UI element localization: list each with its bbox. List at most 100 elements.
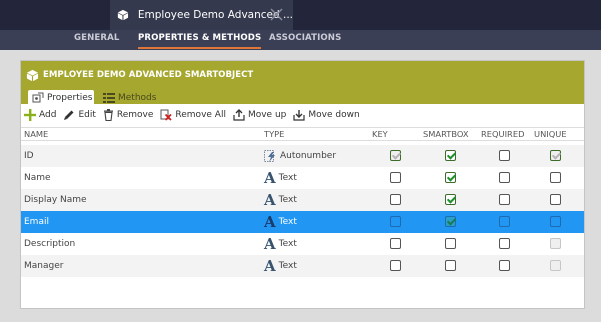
property-type: A Text xyxy=(264,214,297,230)
table-row[interactable]: Manager A Text xyxy=(21,255,584,277)
property-type-label: Autonumber xyxy=(280,151,337,161)
smartbox-checkbox[interactable] xyxy=(445,216,456,227)
move-up-button[interactable]: Move up xyxy=(233,105,286,125)
table-row-selected[interactable]: Email A Text xyxy=(21,211,584,233)
plus-icon xyxy=(24,109,36,121)
tab-associations-label: ASSOCIATIONS xyxy=(269,33,342,43)
property-type-label: Text xyxy=(278,261,297,271)
document-tab[interactable]: Employee Demo Advanced ... xyxy=(110,0,293,30)
table-row[interactable]: Name A Text xyxy=(21,167,584,189)
key-checkbox[interactable] xyxy=(390,238,401,249)
unique-checkbox[interactable] xyxy=(550,194,561,205)
subtab-methods[interactable]: Methods xyxy=(99,90,159,105)
add-button[interactable]: Add xyxy=(24,105,56,125)
remove-all-label: Remove All xyxy=(175,110,226,120)
cube-icon xyxy=(117,9,129,21)
column-unique-header[interactable]: UNIQUE xyxy=(534,129,567,139)
autonumber-icon xyxy=(264,149,275,162)
properties-icon xyxy=(32,92,44,103)
key-checkbox[interactable] xyxy=(390,216,401,227)
add-label: Add xyxy=(39,110,57,120)
remove-all-icon xyxy=(160,109,173,121)
subtab-properties-label: Properties xyxy=(47,92,93,103)
required-checkbox[interactable] xyxy=(499,238,510,249)
property-type: Autonumber xyxy=(264,148,336,164)
remove-all-button[interactable]: Remove All xyxy=(160,105,226,125)
pencil-icon xyxy=(64,110,74,120)
active-tab-underline xyxy=(138,47,262,49)
unique-checkbox[interactable] xyxy=(550,172,561,183)
text-type-icon: A xyxy=(264,169,276,187)
smartbox-checkbox[interactable] xyxy=(445,150,456,161)
smartbox-checkbox[interactable] xyxy=(445,238,456,249)
tab-general-label: GENERAL xyxy=(74,33,120,43)
table-header: NAME TYPE KEY SMARTBOX REQUIRED UNIQUE xyxy=(21,127,584,141)
property-type: A Text xyxy=(264,192,297,208)
text-type-icon: A xyxy=(264,235,276,253)
unique-checkbox xyxy=(550,238,561,249)
smartbox-checkbox[interactable] xyxy=(445,172,456,183)
methods-icon xyxy=(103,93,115,103)
trash-icon xyxy=(103,109,113,121)
tab-associations[interactable]: ASSOCIATIONS xyxy=(269,30,341,50)
required-checkbox[interactable] xyxy=(499,194,510,205)
table-row[interactable]: Description A Text xyxy=(21,233,584,255)
tab-properties-methods[interactable]: PROPERTIES & METHODS xyxy=(138,30,262,50)
column-key-header[interactable]: KEY xyxy=(372,129,388,139)
property-name: Description xyxy=(24,239,76,249)
subtab-properties[interactable]: Properties xyxy=(28,90,94,105)
cube-icon xyxy=(26,69,39,82)
unique-checkbox xyxy=(550,150,561,161)
property-type-label: Text xyxy=(278,239,297,249)
smartbox-checkbox[interactable] xyxy=(445,260,456,271)
property-type-label: Text xyxy=(278,195,297,205)
move-down-button[interactable]: Move down xyxy=(293,105,360,125)
key-checkbox[interactable] xyxy=(390,172,401,183)
tab-general[interactable]: GENERAL xyxy=(74,30,119,50)
key-checkbox[interactable] xyxy=(390,194,401,205)
property-name: Name xyxy=(24,173,51,183)
app-titlebar: Employee Demo Advanced ... xyxy=(0,0,601,30)
text-type-icon: A xyxy=(264,191,276,209)
property-type: A Text xyxy=(264,258,297,274)
edit-button[interactable]: Edit xyxy=(63,105,96,125)
properties-toolbar: Add Edit Remove Remove All Move up Move … xyxy=(21,105,584,125)
edit-label: Edit xyxy=(78,110,96,120)
property-type-label: Text xyxy=(278,217,297,227)
property-name: Display Name xyxy=(24,195,87,205)
property-name: Email xyxy=(24,217,49,227)
text-type-icon: A xyxy=(264,257,276,275)
property-type-label: Text xyxy=(278,173,297,183)
text-type-icon: A xyxy=(264,213,276,231)
property-type: A Text xyxy=(264,236,297,252)
smartbox-checkbox[interactable] xyxy=(445,194,456,205)
key-checkbox[interactable] xyxy=(390,260,401,271)
subtab-methods-label: Methods xyxy=(118,92,157,103)
key-checkbox xyxy=(390,150,401,161)
section-nav: GENERAL PROPERTIES & METHODS ASSOCIATION… xyxy=(0,30,601,50)
property-type: A Text xyxy=(264,170,297,186)
column-name-header[interactable]: NAME xyxy=(24,129,48,139)
close-icon[interactable] xyxy=(270,8,283,21)
remove-label: Remove xyxy=(116,110,154,120)
unique-checkbox xyxy=(550,260,561,271)
column-type-header[interactable]: TYPE xyxy=(264,129,284,139)
move-up-label: Move up xyxy=(247,110,287,120)
remove-button[interactable]: Remove xyxy=(103,105,154,125)
property-name: ID xyxy=(24,151,34,161)
panel-title: EMPLOYEE DEMO ADVANCED SMARTOBJECT xyxy=(43,70,254,80)
required-checkbox[interactable] xyxy=(499,172,510,183)
table-row[interactable]: Display Name A Text xyxy=(21,189,584,211)
panel-header: EMPLOYEE DEMO ADVANCED SMARTOBJECT Prope… xyxy=(21,61,584,105)
unique-checkbox[interactable] xyxy=(550,216,561,227)
table-row[interactable]: ID Autonumber xyxy=(21,145,584,167)
column-required-header[interactable]: REQUIRED xyxy=(481,129,524,139)
column-smartbox-header[interactable]: SMARTBOX xyxy=(423,129,469,139)
move-down-label: Move down xyxy=(308,110,360,120)
required-checkbox[interactable] xyxy=(499,216,510,227)
required-checkbox[interactable] xyxy=(499,150,510,161)
move-up-icon xyxy=(233,109,245,121)
tab-properties-methods-label: PROPERTIES & METHODS xyxy=(138,33,262,43)
required-checkbox[interactable] xyxy=(499,260,510,271)
move-down-icon xyxy=(293,110,305,121)
